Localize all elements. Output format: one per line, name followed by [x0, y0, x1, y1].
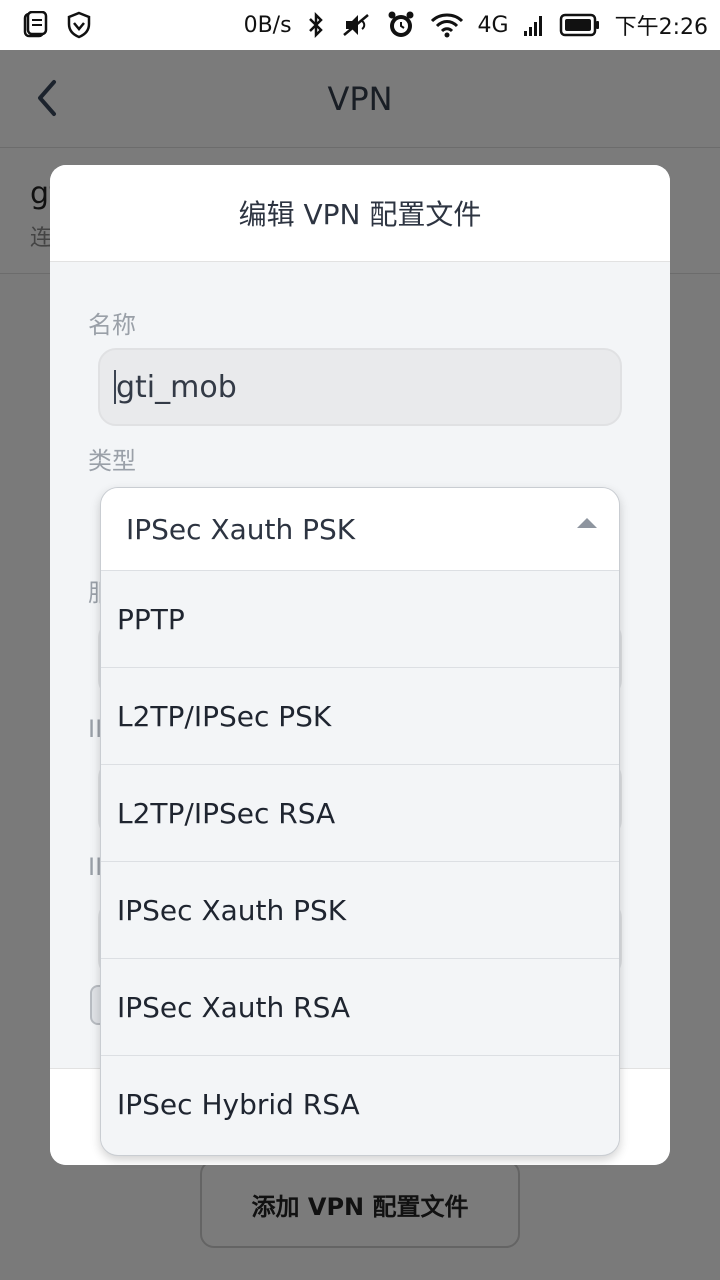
vpn-type-dropdown[interactable]: IPSec Xauth PSK PPTP L2TP/IPSec PSK L2TP… — [100, 487, 620, 1156]
alarm-icon — [386, 10, 416, 40]
notes-app-icon — [22, 11, 48, 39]
vpn-type-option-hybrid-rsa[interactable]: IPSec Hybrid RSA — [101, 1056, 619, 1153]
battery-icon — [559, 12, 601, 38]
wifi-icon — [430, 11, 464, 39]
dialog-title: 编辑 VPN 配置文件 — [238, 198, 482, 231]
vpn-type-selected[interactable]: IPSec Xauth PSK — [101, 488, 619, 571]
bluetooth-icon — [306, 11, 326, 39]
vpn-type-selected-value: IPSec Xauth PSK — [126, 512, 356, 546]
type-label: 类型 — [88, 447, 136, 475]
vpn-type-option-xauth-rsa[interactable]: IPSec Xauth RSA — [101, 959, 619, 1056]
shield-icon — [66, 11, 92, 39]
network-speed: 0B/s — [243, 12, 292, 38]
name-label: 名称 — [88, 311, 136, 339]
mute-icon — [340, 11, 372, 39]
chevron-up-icon — [577, 518, 597, 528]
status-bar: 0B/s 4G 下午2:26 — [0, 0, 720, 50]
vpn-type-option-xauth-psk[interactable]: IPSec Xauth PSK — [101, 862, 619, 959]
signal-icon — [523, 13, 545, 37]
vpn-type-option-l2tp-rsa[interactable]: L2TP/IPSec RSA — [101, 765, 619, 862]
vpn-type-option-l2tp-psk[interactable]: L2TP/IPSec PSK — [101, 668, 619, 765]
vpn-type-option-pptp[interactable]: PPTP — [101, 571, 619, 668]
network-type: 4G — [477, 12, 509, 38]
clock: 下午2:26 — [614, 15, 708, 40]
name-input-value: gti_mob — [116, 369, 237, 405]
name-input[interactable]: gti_mob — [98, 348, 622, 426]
dialog-header: 编辑 VPN 配置文件 — [50, 165, 670, 262]
